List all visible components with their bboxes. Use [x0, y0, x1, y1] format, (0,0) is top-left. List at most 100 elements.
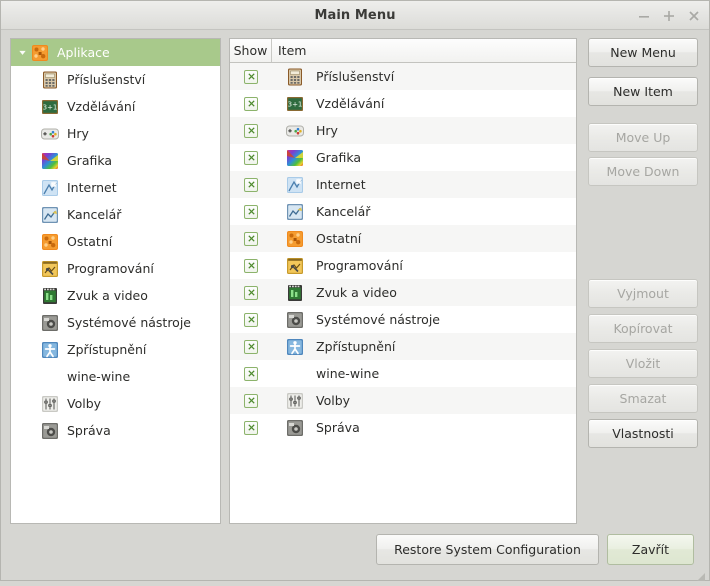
sidebar-item-kancelar[interactable]: Kancelář: [11, 201, 220, 228]
show-checkbox[interactable]: [244, 204, 258, 219]
show-cell[interactable]: [230, 420, 272, 435]
sidebar-item-internet[interactable]: Internet: [11, 174, 220, 201]
table-row[interactable]: Zpřístupnění: [230, 333, 576, 360]
table-row[interactable]: Ostatní: [230, 225, 576, 252]
sidebar-item-programovani[interactable]: Programování: [11, 255, 220, 282]
properties-button[interactable]: Vlastnosti: [588, 419, 698, 448]
table-row[interactable]: Volby: [230, 387, 576, 414]
table-row[interactable]: Příslušenství: [230, 63, 576, 90]
table-row[interactable]: Grafika: [230, 144, 576, 171]
show-cell[interactable]: [230, 231, 272, 246]
item-cell: Příslušenství: [272, 67, 576, 87]
sidebar-item-zvuk-a-video[interactable]: Zvuk a video: [11, 282, 220, 309]
games-icon: [285, 121, 305, 141]
show-checkbox[interactable]: [244, 285, 258, 300]
show-checkbox[interactable]: [244, 312, 258, 327]
office-icon: [40, 205, 60, 225]
no-icon: [285, 364, 305, 384]
show-cell[interactable]: [230, 339, 272, 354]
table-row[interactable]: Hry: [230, 117, 576, 144]
sidebar-item-ostatni[interactable]: Ostatní: [11, 228, 220, 255]
show-cell[interactable]: [230, 150, 272, 165]
show-checkbox[interactable]: [244, 258, 258, 273]
paste-button[interactable]: Vložit: [588, 349, 698, 378]
item-label: Internet: [316, 177, 366, 192]
show-cell[interactable]: [230, 69, 272, 84]
show-cell[interactable]: [230, 258, 272, 273]
window-controls: [637, 1, 701, 30]
table-row[interactable]: Systémové nástroje: [230, 306, 576, 333]
list-header: Show Item: [230, 39, 576, 63]
accessibility-icon: [40, 340, 60, 360]
show-cell[interactable]: [230, 177, 272, 192]
minimize-icon[interactable]: [637, 9, 651, 23]
table-row[interactable]: 3+1 Vzdělávání: [230, 90, 576, 117]
show-cell[interactable]: [230, 312, 272, 327]
tree-root-aplikace[interactable]: Aplikace: [11, 39, 220, 66]
move-up-button[interactable]: Move Up: [588, 123, 698, 152]
sidebar-item-systemove-nastroje[interactable]: Systémové nástroje: [11, 309, 220, 336]
sidebar-item-label: Programování: [67, 261, 154, 276]
show-cell[interactable]: [230, 393, 272, 408]
item-label: Zpřístupnění: [316, 339, 396, 354]
show-checkbox[interactable]: [244, 150, 258, 165]
close-icon[interactable]: [687, 9, 701, 23]
show-checkbox[interactable]: [244, 123, 258, 138]
show-checkbox[interactable]: [244, 339, 258, 354]
sidebar-item-zpristupneni[interactable]: Zpřístupnění: [11, 336, 220, 363]
preferences-icon: [40, 394, 60, 414]
copy-button[interactable]: Kopírovat: [588, 314, 698, 343]
new-menu-button[interactable]: New Menu: [588, 38, 698, 67]
new-item-button[interactable]: New Item: [588, 77, 698, 106]
show-checkbox[interactable]: [244, 96, 258, 111]
item-cell: Zpřístupnění: [272, 337, 576, 357]
sidebar-item-hry[interactable]: Hry: [11, 120, 220, 147]
accessibility-icon: [285, 337, 305, 357]
show-cell[interactable]: [230, 366, 272, 381]
menu-tree-panel[interactable]: Aplikace Příslušenství 3+1 Vzdělávání Hr…: [10, 38, 221, 524]
sidebar-item-wine-wine[interactable]: wine-wine: [11, 363, 220, 390]
show-checkbox[interactable]: [244, 393, 258, 408]
maximize-icon[interactable]: [662, 9, 676, 23]
column-header-show[interactable]: Show: [230, 39, 272, 62]
close-button[interactable]: Zavřít: [607, 534, 694, 565]
sidebar-item-vzdelavani[interactable]: 3+1 Vzdělávání: [11, 93, 220, 120]
table-row[interactable]: Správa: [230, 414, 576, 441]
table-row[interactable]: Zvuk a video: [230, 279, 576, 306]
show-checkbox[interactable]: [244, 69, 258, 84]
chevron-down-icon[interactable]: [15, 48, 30, 57]
item-cell: Kancelář: [272, 202, 576, 222]
show-checkbox[interactable]: [244, 231, 258, 246]
show-cell[interactable]: [230, 123, 272, 138]
menu-items-list-panel[interactable]: Show Item Příslušenství 3+1 Vzdělávání H…: [229, 38, 577, 524]
sidebar-item-grafika[interactable]: Grafika: [11, 147, 220, 174]
sidebar-item-volby[interactable]: Volby: [11, 390, 220, 417]
resize-grip-icon[interactable]: [694, 567, 706, 581]
accessories-icon: [40, 70, 60, 90]
show-cell[interactable]: [230, 96, 272, 111]
table-row[interactable]: Internet: [230, 171, 576, 198]
table-row[interactable]: Programování: [230, 252, 576, 279]
cut-button[interactable]: Vyjmout: [588, 279, 698, 308]
show-checkbox[interactable]: [244, 366, 258, 381]
delete-button[interactable]: Smazat: [588, 384, 698, 413]
show-cell[interactable]: [230, 285, 272, 300]
table-row[interactable]: wine-wine: [230, 360, 576, 387]
action-button-column: New Menu New Item Move Up Move Down Vyjm…: [586, 38, 700, 524]
show-checkbox[interactable]: [244, 420, 258, 435]
show-checkbox[interactable]: [244, 177, 258, 192]
item-cell: Programování: [272, 256, 576, 276]
sidebar-item-prislusenstvi[interactable]: Příslušenství: [11, 66, 220, 93]
show-cell[interactable]: [230, 204, 272, 219]
sidebar-item-label: Příslušenství: [67, 72, 146, 87]
item-label: Volby: [316, 393, 351, 408]
restore-system-configuration-button[interactable]: Restore System Configuration: [376, 534, 599, 565]
item-cell: Hry: [272, 121, 576, 141]
column-header-item[interactable]: Item: [272, 39, 576, 62]
sidebar-item-sprava[interactable]: Správa: [11, 417, 220, 444]
move-down-button[interactable]: Move Down: [588, 157, 698, 186]
item-label: Hry: [316, 123, 338, 138]
window-body: Aplikace Příslušenství 3+1 Vzdělávání Hr…: [1, 30, 709, 524]
item-label: Zvuk a video: [316, 285, 397, 300]
table-row[interactable]: Kancelář: [230, 198, 576, 225]
